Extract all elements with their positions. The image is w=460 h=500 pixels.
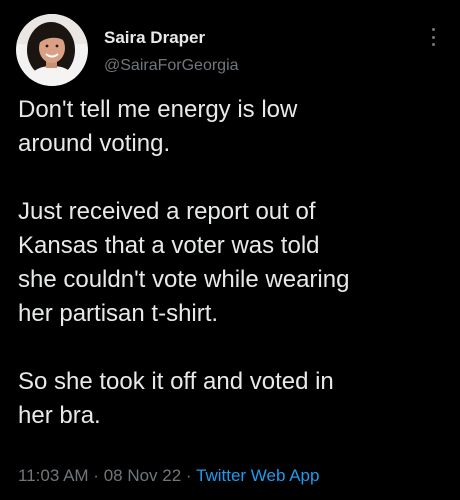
tweet-paragraph: Just received a report out of Kansas tha… [18, 198, 350, 327]
tweet-card: Saira Draper @SairaForGeorgia Don't tell… [0, 0, 460, 500]
user-handle[interactable]: @SairaForGeorgia [104, 56, 239, 75]
tweet-date[interactable]: 08 Nov 22 [104, 466, 182, 485]
tweet-metadata: 11:03 AM · 08 Nov 22 · Twitter Web App [18, 466, 319, 486]
tweet-time[interactable]: 11:03 AM [18, 466, 89, 485]
more-dot [431, 28, 435, 31]
more-options-icon[interactable] [426, 26, 440, 48]
tweet-text: Don't tell me energy is low around votin… [18, 93, 450, 433]
author-info: Saira Draper @SairaForGeorgia [104, 28, 239, 75]
more-dot [431, 35, 435, 39]
meta-separator: · [181, 466, 196, 485]
more-dot [431, 43, 435, 46]
profile-photo [16, 14, 88, 86]
display-name[interactable]: Saira Draper [104, 28, 239, 48]
tweet-paragraph: So she took it off and voted in her bra. [18, 368, 334, 429]
tweet-source-link[interactable]: Twitter Web App [196, 466, 319, 485]
avatar[interactable] [16, 14, 88, 86]
tweet-paragraph: Don't tell me energy is low around votin… [18, 96, 298, 157]
meta-separator: · [88, 466, 104, 485]
